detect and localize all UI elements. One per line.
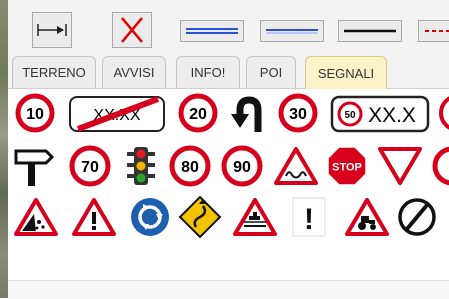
tab-label: INFO! [190, 65, 226, 80]
end-speed-limit-panel-sign[interactable]: XX.XX [68, 94, 168, 134]
black-line-button[interactable] [338, 20, 402, 42]
stop-sign[interactable]: STOP [326, 145, 368, 187]
roundabout-sign[interactable] [129, 196, 171, 238]
red-dashed-line-button[interactable] [418, 20, 449, 42]
arrow-to-bar-icon [37, 24, 67, 36]
tractor-warning-sign[interactable] [344, 196, 390, 238]
speed-limit-30-sign[interactable]: 30 [278, 93, 318, 133]
level-crossing-warning-sign[interactable] [232, 196, 278, 238]
sign-text: 70 [81, 159, 99, 176]
speed-limit-50-panel-sign[interactable]: 50 XX.X [330, 94, 432, 134]
sign-text: 50 [344, 110, 356, 121]
tab-label: AVVISI [113, 65, 155, 80]
info-exclamation-sign[interactable]: ! [291, 196, 327, 238]
sign-text: 10 [26, 106, 44, 123]
general-danger-warning-sign[interactable] [71, 196, 117, 238]
speed-limit-80-sign[interactable]: 80 [169, 145, 211, 187]
winding-road-sign[interactable] [178, 195, 222, 239]
map-edge [0, 0, 8, 298]
sign-text: 30 [289, 106, 307, 123]
sign-text: 20 [189, 106, 207, 123]
tab-segnali[interactable]: SEGNALI [305, 56, 387, 89]
sign-text: 90 [233, 159, 251, 176]
tab-label: SEGNALI [317, 65, 375, 81]
sign-text: XX.X [368, 104, 416, 127]
delete-x-icon [121, 17, 143, 43]
red-dashed-line-icon [425, 30, 449, 32]
speed-limit-70-sign[interactable]: 70 [69, 145, 111, 187]
arrow-to-bar-button[interactable] [32, 12, 72, 48]
palette-footer [8, 280, 449, 299]
speed-limit-90-sign[interactable]: 90 [221, 145, 263, 187]
give-way-sign[interactable] [377, 146, 423, 186]
double-blue-line-icon [186, 28, 238, 34]
speed-limit-10-sign[interactable]: 10 [15, 93, 55, 133]
double-blue-line-button[interactable] [180, 20, 244, 42]
uneven-road-warning-sign[interactable] [273, 145, 319, 187]
partial-round-sign-r2[interactable] [431, 145, 449, 187]
sign-palette: 10 XX.XX 20 30 50 XX.X 70 [8, 89, 449, 298]
tab-label: TERRENO [22, 65, 86, 80]
tab-bar: TERRENO AVVISI INFO! POI SEGNALI [8, 56, 449, 89]
direction-post-sign[interactable] [13, 144, 55, 188]
blue-line-icon [266, 29, 318, 34]
delete-button[interactable] [112, 12, 152, 48]
sign-text: ! [304, 203, 314, 236]
traffic-light-sign[interactable] [124, 145, 158, 187]
partial-round-sign-r1[interactable] [438, 93, 449, 133]
tab-terreno[interactable]: TERRENO [12, 56, 96, 88]
tab-poi[interactable]: POI [246, 56, 296, 88]
sign-text: STOP [332, 162, 362, 174]
tab-label: POI [259, 65, 283, 80]
tab-avvisi[interactable]: AVVISI [102, 56, 166, 88]
end-of-restrictions-sign[interactable] [396, 196, 438, 238]
sign-text: 80 [181, 159, 199, 176]
u-turn-arrow-sign[interactable] [230, 94, 270, 134]
falling-rocks-warning-sign[interactable] [13, 196, 59, 238]
tab-info[interactable]: INFO! [176, 56, 240, 88]
speed-limit-20-sign[interactable]: 20 [178, 93, 218, 133]
blue-line-button[interactable] [260, 20, 324, 42]
black-line-icon [344, 29, 396, 33]
toolbar [8, 0, 449, 56]
